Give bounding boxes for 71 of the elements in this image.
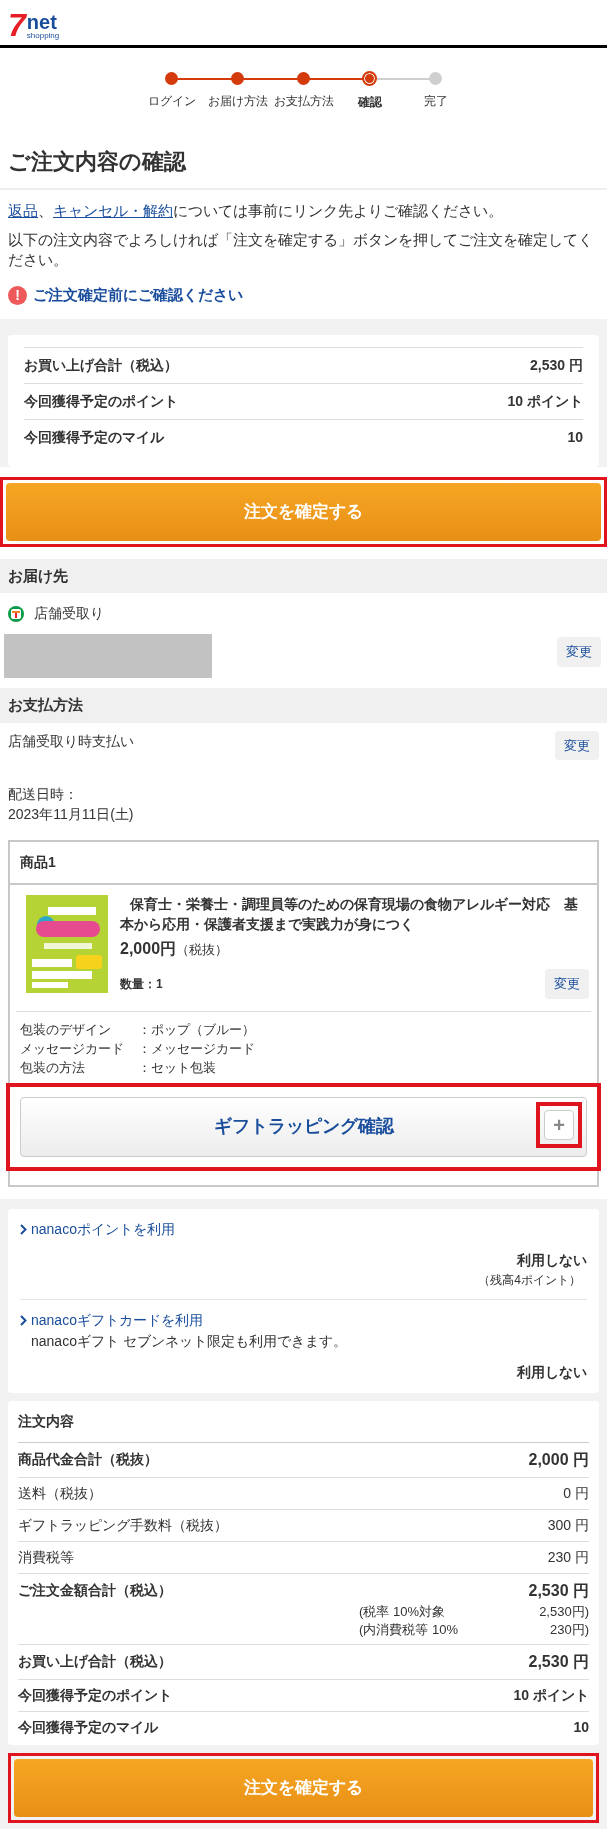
gift-wrapping-label: ギフトラッピング確認 <box>213 1115 394 1138</box>
order-value: 300 円 <box>547 1515 589 1535</box>
returns-link[interactable]: 返品 <box>8 202 38 219</box>
product-price: 2,000円 <box>120 940 177 957</box>
nanaco-note: nanacoギフト セブンネット限定も利用できます。 <box>30 1331 348 1351</box>
chevron-icon <box>20 1223 27 1235</box>
tax-label: (内消費税等 10% <box>359 1620 459 1639</box>
product-heading: 商品1 <box>10 842 597 885</box>
order-value: 2,000 円 <box>528 1449 589 1470</box>
gift-wrapping-panel[interactable]: ギフトラッピング確認 + <box>20 1096 587 1157</box>
order-label: ご注文金額合計（税込） <box>18 1581 172 1600</box>
summary-label: 今回獲得予定のポイント <box>24 391 178 411</box>
nanaco-balance: （残高4ポイント） <box>478 1271 582 1289</box>
step-label: お届け方法 <box>207 93 268 110</box>
wrapping-label: 包装のデザイン <box>20 1020 112 1039</box>
notice-text: 返品、キャンセル・解約については事前にリンク先よりご確認ください。 <box>8 201 504 221</box>
chevron-icon <box>20 1314 27 1326</box>
summary-value: 10 <box>567 427 583 447</box>
wrapping-value: ：メッセージカード <box>138 1039 255 1058</box>
order-value: 2,530 円 <box>528 1651 589 1672</box>
order-label: 送料（税抜） <box>18 1483 102 1503</box>
order-value: 230 円 <box>547 1547 589 1567</box>
summary-label: お買い上げ合計（税込） <box>24 355 178 375</box>
wrapping-value: ：セット包装 <box>138 1058 216 1077</box>
expand-button[interactable]: + <box>544 1109 574 1140</box>
tax-label: (税率 10%対象 <box>359 1602 446 1621</box>
product-title: 保育士・栄養士・調理員等のための保育現場の食物アレルギー対応 基本から応用・保護者支援まで実践力が身につく <box>120 895 579 934</box>
nanaco-value: 利用しない <box>517 1250 587 1270</box>
section-heading: お届け先 <box>0 558 607 593</box>
payment-method: 店舗受取り時支払い <box>8 731 134 751</box>
tax-value: 230円) <box>548 1620 589 1639</box>
summary-value: 10 ポイント <box>507 391 583 411</box>
wrapping-value: ：ポップ（ブルー） <box>138 1020 255 1039</box>
order-label: ギフトラッピング手数料（税抜） <box>18 1515 228 1535</box>
order-heading: 注文内容 <box>18 1410 589 1443</box>
change-button[interactable]: 変更 <box>545 969 589 999</box>
step-label: 完了 <box>423 93 448 110</box>
order-label: 商品代金合計（税抜） <box>18 1450 158 1469</box>
tax-value: 2,530円) <box>538 1602 589 1621</box>
delivery-method: 店舗受取り <box>34 604 104 623</box>
change-button[interactable]: 変更 <box>557 637 601 667</box>
change-button[interactable]: 変更 <box>555 730 599 760</box>
order-label: 消費税等 <box>18 1547 74 1567</box>
order-label: 今回獲得予定のポイント <box>18 1685 172 1705</box>
order-label: お買い上げ合計（税込） <box>18 1652 172 1671</box>
order-value: 0 円 <box>563 1483 589 1503</box>
section-heading: お支払方法 <box>0 688 607 723</box>
store-icon <box>8 605 24 622</box>
summary-label: 今回獲得予定のマイル <box>24 427 164 447</box>
nanaco-link[interactable]: nanacoポイントを利用 <box>31 1218 175 1240</box>
nanaco-value: 利用しない <box>517 1362 587 1382</box>
step-label: ログイン <box>147 93 196 110</box>
wrapping-label: 包装の方法 <box>20 1058 86 1077</box>
instruction-text: 以下の注文内容でよろしければ「注文を確定する」ボタンを押してご注文を確定してください。 <box>8 230 594 270</box>
ship-date-label: 配送日時： <box>8 785 79 804</box>
wrapping-label: メッセージカード <box>20 1039 125 1058</box>
order-label: 今回獲得予定のマイル <box>18 1717 158 1737</box>
product-quantity: 数量：1 <box>120 975 163 993</box>
step-label: お支払方法 <box>273 93 334 110</box>
summary-value: 2,530 円 <box>530 355 583 375</box>
warning-text[interactable]: ご注文確定前にご確認ください <box>33 284 243 307</box>
page-title: ご注文内容の確認 <box>0 131 607 190</box>
nanaco-link[interactable]: nanacoギフトカードを利用 <box>31 1309 203 1331</box>
order-value: 2,530 円 <box>528 1580 589 1601</box>
cancellation-link[interactable]: キャンセル・解約 <box>53 202 173 219</box>
warning-icon: ! <box>8 285 27 305</box>
price-note: （税抜） <box>176 942 229 957</box>
step-label: 確認 <box>357 94 382 111</box>
order-value: 10 ポイント <box>513 1685 589 1705</box>
order-value: 10 <box>573 1717 589 1737</box>
ship-date-value: 2023年11月11日(土) <box>8 805 135 824</box>
